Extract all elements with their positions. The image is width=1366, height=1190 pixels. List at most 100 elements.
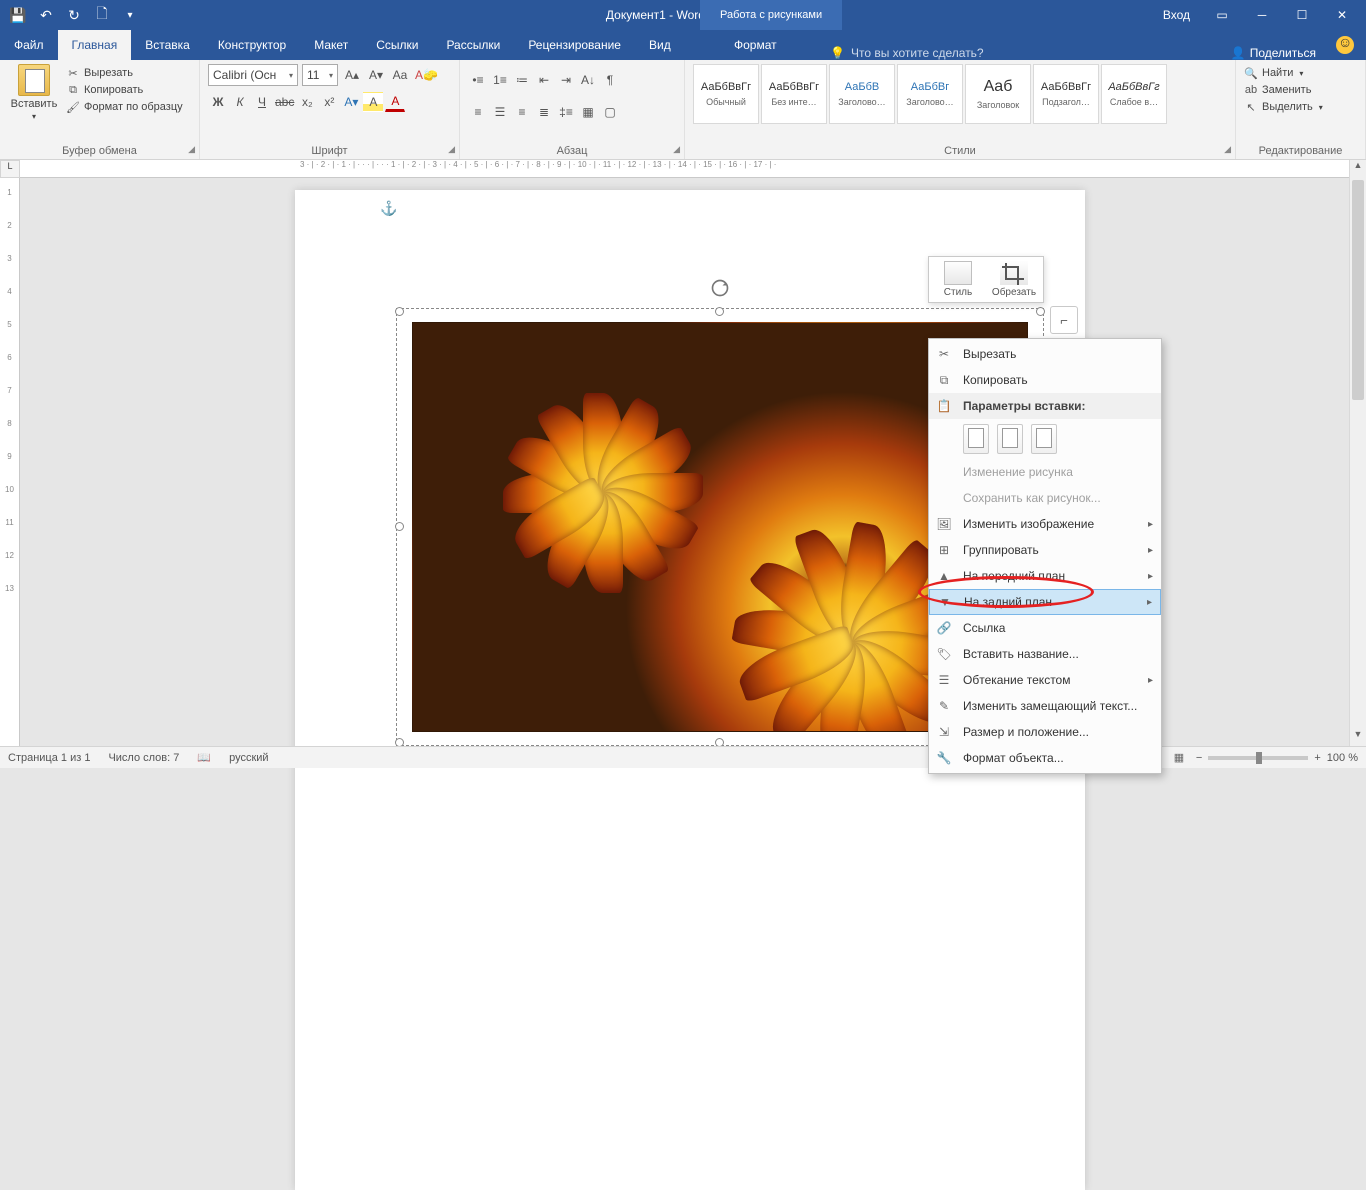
multilevel-list-button[interactable]: ≔ [512,70,532,90]
web-layout-button[interactable]: ▦ [1168,749,1190,767]
resize-handle-tm[interactable] [715,307,724,316]
vertical-ruler[interactable]: 12345678910111213 [0,178,20,746]
resize-handle-tr[interactable] [1036,307,1045,316]
subscript-button[interactable]: x₂ [297,92,317,112]
clipboard-dialog-launcher[interactable]: ◢ [188,144,195,155]
resize-handle-tl[interactable] [395,307,404,316]
font-color-button[interactable]: A [385,92,405,112]
tab-format[interactable]: Формат [720,30,791,60]
rotate-handle[interactable] [710,278,730,298]
redo-button[interactable]: ↻ [62,3,86,27]
language-indicator[interactable]: русский [229,752,268,764]
resize-handle-ml[interactable] [395,522,404,531]
zoom-level[interactable]: 100 % [1327,752,1358,764]
tab-home[interactable]: Главная [58,30,132,60]
ctx-cut[interactable]: ✂Вырезать [929,341,1161,367]
word-count[interactable]: Число слов: 7 [108,752,179,764]
style-heading2[interactable]: АаБбВгЗаголово… [897,64,963,124]
styles-dialog-launcher[interactable]: ◢ [1224,144,1231,155]
tab-layout[interactable]: Макет [300,30,362,60]
style-no-spacing[interactable]: АаБбВвГгБез инте… [761,64,827,124]
feedback-smiley-icon[interactable] [1336,36,1354,54]
ctx-group[interactable]: ⊞Группировать▸ [929,537,1161,563]
tab-review[interactable]: Рецензирование [514,30,635,60]
share-button[interactable]: 👤 Поделиться [1231,46,1316,60]
undo-button[interactable]: ↶ [34,3,58,27]
style-subtle[interactable]: АаБбВвГгСлабое в… [1101,64,1167,124]
ctx-format-object[interactable]: 🔧Формат объекта... [929,745,1161,771]
ctx-edit-alt-text[interactable]: ✎Изменить замещающий текст... [929,693,1161,719]
decrease-indent-button[interactable]: ⇤ [534,70,554,90]
layout-options-button[interactable]: ⌐ [1050,306,1078,334]
justify-button[interactable]: ≣ [534,102,554,122]
ctx-send-back[interactable]: ▼На задний план▸ [929,589,1161,615]
style-title[interactable]: AабЗаголовок [965,64,1031,124]
format-painter-button[interactable]: 🖌Формат по образцу [66,100,183,114]
tell-me-search[interactable]: 💡 Что вы хотите сделать? [830,46,984,60]
underline-button[interactable]: Ч [252,92,272,112]
scroll-up-button[interactable]: ▲ [1350,160,1366,177]
signin-label[interactable]: Вход [1163,8,1190,22]
shading-button[interactable]: ▦ [578,102,598,122]
tab-insert[interactable]: Вставка [131,30,204,60]
styles-gallery[interactable]: АаБбВвГгОбычный АаБбВвГгБез инте… АаБбВЗ… [693,64,1227,157]
change-case-button[interactable]: Aa [390,65,410,85]
increase-indent-button[interactable]: ⇥ [556,70,576,90]
paragraph-dialog-launcher[interactable]: ◢ [673,144,680,155]
numbering-button[interactable]: 1≡ [490,70,510,90]
crop-button[interactable]: Обрезать [989,261,1039,298]
borders-button[interactable]: ▢ [600,102,620,122]
tab-file[interactable]: Файл [0,30,58,60]
show-marks-button[interactable]: ¶ [600,70,620,90]
ruler-corner[interactable]: L [0,160,20,178]
save-button[interactable]: 💾 [6,3,30,27]
zoom-in-button[interactable]: + [1314,752,1320,764]
align-left-button[interactable]: ≡ [468,102,488,122]
ctx-size-position[interactable]: ⇲Размер и положение... [929,719,1161,745]
horizontal-ruler[interactable]: 3 · | · 2 · | · 1 · | · · · | · · · 1 · … [20,160,1366,178]
minimize-button[interactable]: ─ [1244,0,1280,30]
grow-font-button[interactable]: A▴ [342,65,362,85]
tab-view[interactable]: Вид [635,30,685,60]
customize-qat-button[interactable]: ▾ [118,3,142,27]
tab-references[interactable]: Ссылки [362,30,432,60]
font-name-combo[interactable]: Calibri (Осн▾ [208,64,298,86]
tab-mailings[interactable]: Рассылки [432,30,514,60]
ribbon-display-options[interactable]: ▭ [1204,0,1240,30]
zoom-slider[interactable] [1208,756,1308,760]
scroll-thumb[interactable] [1352,180,1364,400]
select-button[interactable]: ↖Выделить▾ [1244,100,1357,114]
line-spacing-button[interactable]: ‡≡ [556,102,576,122]
vertical-scrollbar[interactable]: ▲ ▼ [1349,160,1366,746]
shrink-font-button[interactable]: A▾ [366,65,386,85]
ctx-bring-front[interactable]: ▲На передний план▸ [929,563,1161,589]
ctx-link[interactable]: 🔗Ссылка [929,615,1161,641]
style-heading1[interactable]: АаБбВЗаголово… [829,64,895,124]
copy-button[interactable]: ⧉Копировать [66,83,183,97]
align-right-button[interactable]: ≡ [512,102,532,122]
sort-button[interactable]: A↓ [578,70,598,90]
paste-keep-source[interactable] [963,424,989,454]
picture-style-button[interactable]: Стиль [933,261,983,298]
close-button[interactable]: ✕ [1324,0,1360,30]
highlight-button[interactable]: A [363,92,383,112]
italic-button[interactable]: К [230,92,250,112]
paste-button[interactable]: Вставить ▾ [8,64,60,121]
paste-picture[interactable] [1031,424,1057,454]
ctx-text-wrap[interactable]: ☰Обтекание текстом▸ [929,667,1161,693]
clear-formatting-button[interactable]: A🧽 [414,65,439,85]
scroll-down-button[interactable]: ▼ [1350,729,1366,746]
find-button[interactable]: 🔍Найти▾ [1244,66,1357,80]
page-indicator[interactable]: Страница 1 из 1 [8,752,90,764]
style-subtitle[interactable]: АаБбВвГгПодзагол… [1033,64,1099,124]
cut-button[interactable]: ✂Вырезать [66,66,183,80]
style-normal[interactable]: АаБбВвГгОбычный [693,64,759,124]
ctx-change-picture[interactable]: 🖼Изменить изображение▸ [929,511,1161,537]
ctx-insert-caption[interactable]: 🏷Вставить название... [929,641,1161,667]
align-center-button[interactable]: ☰ [490,102,510,122]
paste-merge[interactable] [997,424,1023,454]
maximize-button[interactable]: ☐ [1284,0,1320,30]
new-doc-button[interactable]: 🗋 [90,3,114,27]
spell-check-icon[interactable]: 📖 [197,751,211,764]
ctx-copy[interactable]: ⧉Копировать [929,367,1161,393]
